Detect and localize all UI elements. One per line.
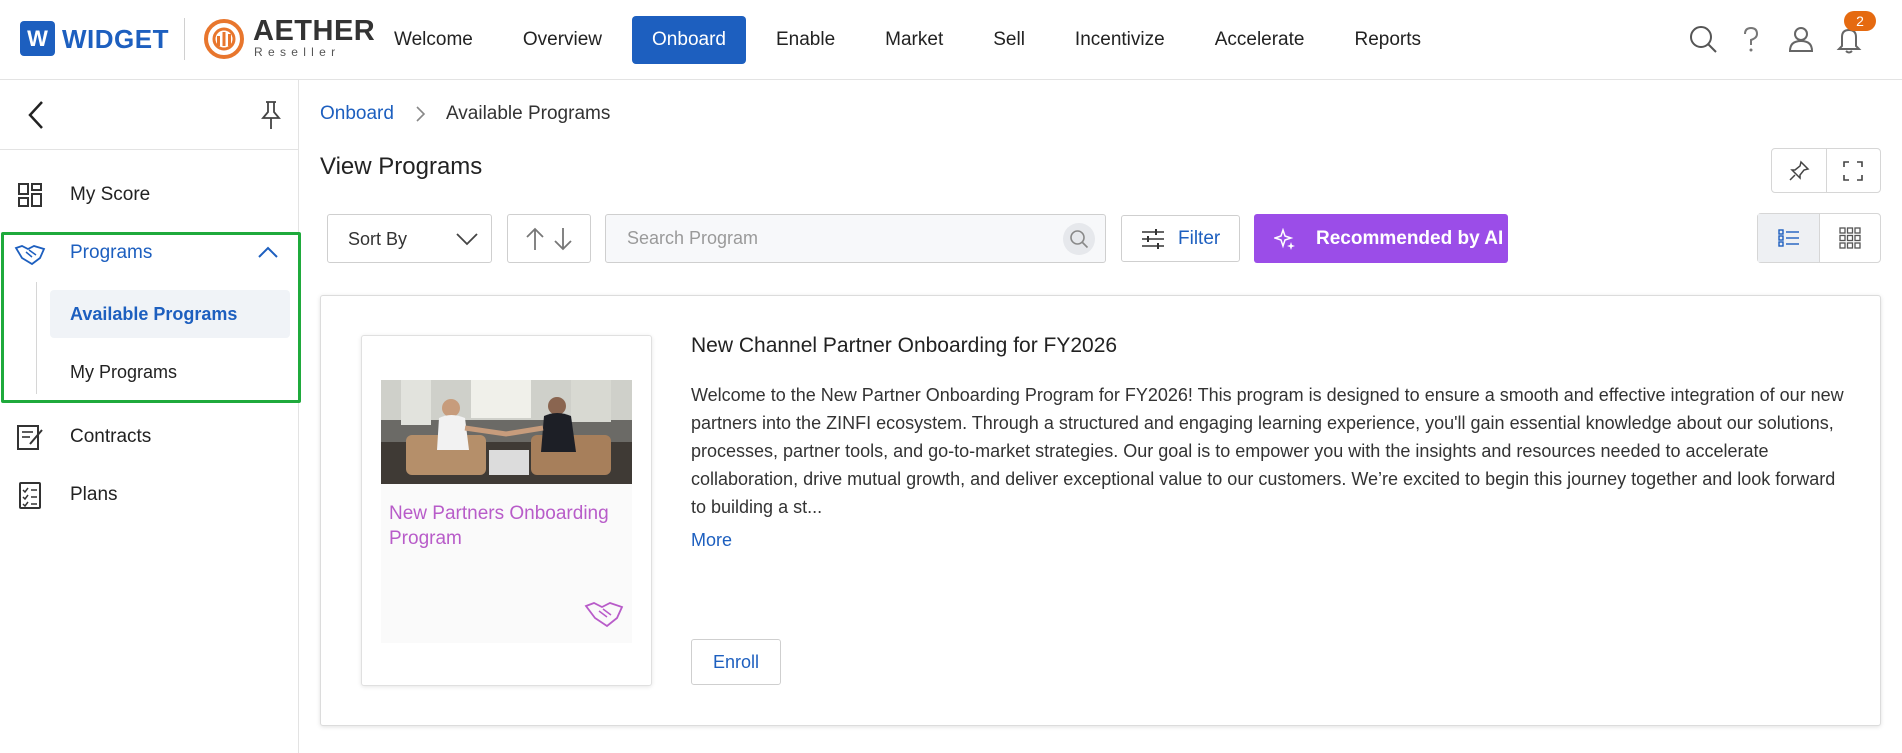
sidebar: My Score Programs Available Programs My … [0, 80, 299, 753]
nav-sell[interactable]: Sell [973, 16, 1045, 64]
recommended-by-ai-label: Recommended by AI [1316, 227, 1504, 249]
sliders-icon [1142, 228, 1164, 249]
handshake-icon [584, 602, 624, 628]
nav-enable[interactable]: Enable [756, 16, 855, 64]
aether-logo-text: AETHER [253, 15, 376, 47]
list-icon [1777, 229, 1799, 247]
recommended-by-ai-button[interactable]: Recommended by AI [1254, 214, 1508, 263]
nav-reports[interactable]: Reports [1334, 16, 1441, 64]
chevron-right-icon [416, 106, 426, 122]
filter-label: Filter [1178, 227, 1221, 249]
breadcrumb-onboard-link[interactable]: Onboard [320, 103, 394, 125]
list-view-button[interactable] [1758, 214, 1819, 262]
breadcrumb-current: Available Programs [445, 103, 611, 124]
sidebar-item-contracts[interactable]: Contracts [0, 412, 298, 462]
search-button[interactable] [1063, 223, 1095, 255]
filter-button[interactable]: Filter [1121, 215, 1240, 262]
contract-icon [17, 425, 43, 450]
arrow-up-icon[interactable] [524, 226, 546, 252]
sort-by-label: Sort By [348, 229, 408, 249]
pin-page-button[interactable] [1772, 149, 1826, 192]
widget-logo-mark[interactable]: W [20, 21, 55, 56]
sidebar-item-label: My Score [70, 184, 151, 205]
sidebar-item-label: Contracts [70, 426, 152, 447]
fullscreen-button[interactable] [1825, 149, 1880, 192]
nav-incentivize[interactable]: Incentivize [1055, 16, 1185, 64]
brand-divider [184, 18, 185, 60]
chevron-left-icon[interactable] [22, 98, 52, 132]
enroll-button[interactable]: Enroll [691, 639, 781, 685]
business-handshake-photo [381, 380, 632, 484]
chevron-down-icon [456, 233, 478, 246]
search-icon[interactable] [1688, 24, 1718, 54]
search-program-field [605, 214, 1106, 263]
sort-order-toggle[interactable] [507, 214, 591, 263]
aether-logo-subtext: Reseller [254, 45, 341, 59]
page-title: View Programs [320, 153, 483, 180]
sidebar-item-label: Plans [70, 484, 118, 505]
top-navigation-bar: W WIDGET AETHER Reseller Welcome Overvie… [0, 0, 1902, 80]
arrow-down-icon[interactable] [552, 226, 574, 252]
main-nav: Welcome Overview Onboard Enable Market S… [374, 16, 1451, 64]
program-thumbnail[interactable]: New Partners Onboarding Program [361, 335, 652, 686]
grid-icon [1839, 227, 1861, 249]
program-title[interactable]: New Channel Partner Onboarding for FY202… [691, 334, 1117, 358]
thumbnail-title: New Partners Onboarding Program [389, 503, 609, 549]
sidebar-item-my-score[interactable]: My Score [0, 170, 298, 220]
sidebar-header [0, 80, 298, 150]
nav-market[interactable]: Market [865, 16, 963, 64]
nav-onboard[interactable]: Onboard [632, 16, 746, 64]
sidebar-item-plans[interactable]: Plans [0, 470, 298, 520]
search-input[interactable] [607, 216, 1047, 261]
sparkle-icon [1274, 227, 1295, 250]
help-icon[interactable] [1736, 24, 1766, 54]
aether-logo-icon [204, 19, 244, 59]
search-icon [1070, 230, 1089, 249]
user-icon[interactable] [1786, 24, 1816, 54]
breadcrumb: Onboard Available Programs [320, 103, 610, 125]
grid-view-button[interactable] [1819, 214, 1880, 262]
notification-badge: 2 [1844, 11, 1876, 31]
programs-highlight-box [1, 232, 301, 403]
page-tools [1771, 148, 1881, 193]
nav-accelerate[interactable]: Accelerate [1195, 16, 1325, 64]
dashboard-icon [18, 183, 42, 207]
fullscreen-icon [1843, 160, 1864, 181]
pin-icon[interactable] [256, 98, 286, 132]
pin-icon [1789, 160, 1810, 181]
widget-logo-text[interactable]: WIDGET [62, 24, 169, 55]
more-link[interactable]: More [691, 530, 732, 551]
view-toggle [1757, 213, 1881, 263]
program-description: Welcome to the New Partner Onboarding Pr… [691, 385, 1844, 517]
checklist-icon [19, 482, 41, 509]
thumbnail-content: New Partners Onboarding Program [381, 380, 632, 643]
sort-by-dropdown[interactable]: Sort By [327, 214, 492, 263]
program-card: New Partners Onboarding Program New Chan… [320, 295, 1881, 726]
nav-overview[interactable]: Overview [503, 16, 622, 64]
nav-welcome[interactable]: Welcome [374, 16, 493, 64]
